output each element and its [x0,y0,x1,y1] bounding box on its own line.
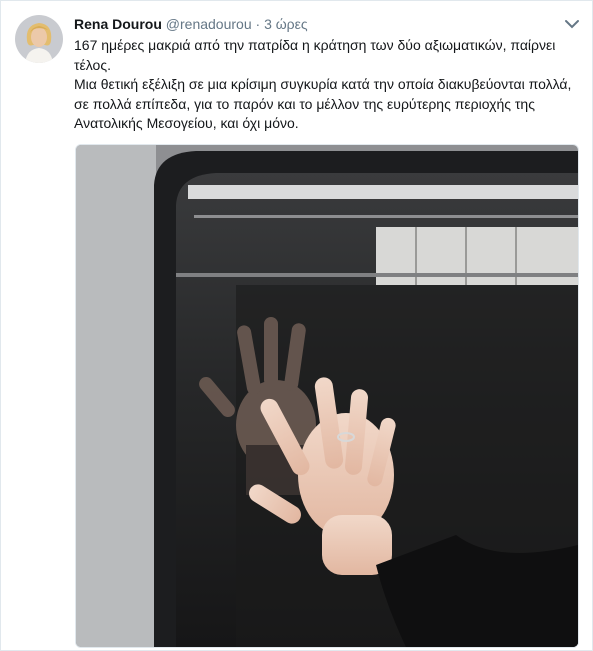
tweet-text: 167 ημέρες μακριά από την πατρίδα η κράτ… [74,36,584,134]
chevron-down-icon[interactable] [562,17,582,31]
tweet-timestamp[interactable]: 3 ώρες [264,16,308,32]
author-handle[interactable]: @renadourou [166,16,252,32]
photo-hands-on-train-window [76,145,578,647]
avatar-image [15,15,63,63]
tweet-header: Rena Dourou @renadourou · 3 ώρες [74,14,308,34]
tweet-paragraph: Μια θετική εξέλιξη σε μια κρίσιμη συγκυρ… [74,76,572,131]
author-name[interactable]: Rena Dourou [74,16,162,32]
separator: · [255,16,261,32]
avatar[interactable] [15,15,63,63]
tweet-card: Rena Dourou @renadourou · 3 ώρες 167 ημέ… [0,0,593,651]
tweet-photo[interactable] [75,144,579,648]
tweet-paragraph: 167 ημέρες μακριά από την πατρίδα η κράτ… [74,37,556,73]
